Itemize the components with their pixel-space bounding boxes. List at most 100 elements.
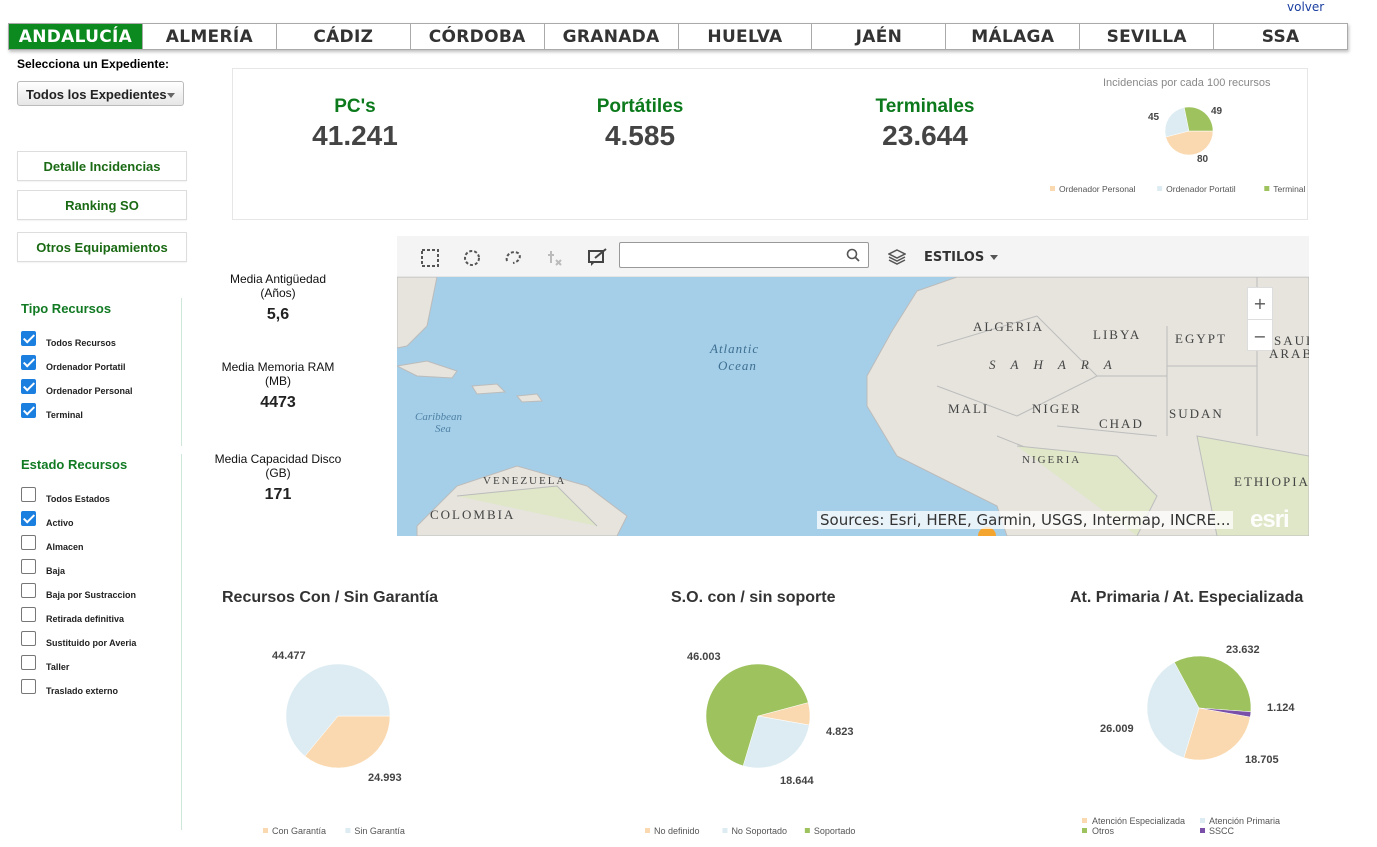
estado-checkbox-label: Activo xyxy=(46,518,74,528)
tipo-checkbox[interactable] xyxy=(21,403,36,418)
estado-checkbox[interactable] xyxy=(21,607,36,622)
tab-sevilla[interactable]: SEVILLA xyxy=(1080,24,1215,49)
soporte-legend-swatch xyxy=(645,828,650,833)
tipo-checkbox-row[interactable]: Todos Recursos xyxy=(21,324,181,348)
map-label: ARAB xyxy=(1269,346,1309,361)
tipo-checkbox[interactable] xyxy=(21,379,36,394)
garantia-pie-slice xyxy=(304,715,391,769)
map-label: MALI xyxy=(948,401,990,416)
garantia-pie-slice xyxy=(285,663,391,757)
tab-ssa[interactable]: SSA xyxy=(1214,24,1348,49)
estado-checkbox[interactable] xyxy=(21,511,36,526)
tab-jaen[interactable]: JAÉN xyxy=(812,24,947,49)
avg-disco: Media Capacidad Disco (GB) 171 xyxy=(212,452,344,504)
otros-equipamientos-button[interactable]: Otros Equipamientos xyxy=(17,232,187,262)
map-view[interactable]: ESTILOS + − ALGERIA LIBYA EGYPT SAUD ARA… xyxy=(397,236,1309,536)
select-lasso-icon[interactable] xyxy=(504,249,522,267)
map-label: ALGERIA xyxy=(973,319,1045,334)
tab-granada[interactable]: GRANADA xyxy=(544,24,679,49)
estado-checkbox[interactable] xyxy=(21,559,36,574)
estado-checkbox[interactable] xyxy=(21,655,36,670)
map-label: EGYPT xyxy=(1175,331,1227,346)
estado-checkbox[interactable] xyxy=(21,679,36,694)
map-attribution: Sources: Esri, HERE, Garmin, USGS, Inter… xyxy=(817,511,1234,529)
stat-terminales-value: 23.644 xyxy=(882,120,968,151)
expediente-select[interactable]: Todos los Expedientes xyxy=(17,81,184,106)
avg-ram-value: 4473 xyxy=(260,394,296,411)
tipo-checkbox-row[interactable]: Ordenador Portatil xyxy=(21,348,181,372)
map-label: SUDAN xyxy=(1169,406,1224,421)
edit-icon[interactable] xyxy=(587,247,609,267)
map-search-input[interactable] xyxy=(619,242,869,268)
stat-pcs-value: 41.241 xyxy=(312,120,398,151)
tipo-checkbox-row[interactable]: Ordenador Personal xyxy=(21,372,181,396)
map-label: VENEZUELA xyxy=(483,475,567,487)
garantia-legend-swatch xyxy=(345,828,351,833)
tab-huelva[interactable]: HUELVA xyxy=(678,24,813,49)
map-label: ETHIOPIA xyxy=(1234,474,1309,489)
zoom-in-button[interactable]: + xyxy=(1248,288,1272,320)
estado-checkbox-row[interactable]: Activo xyxy=(21,504,181,528)
ranking-so-button[interactable]: Ranking SO xyxy=(17,190,187,220)
caret-down-icon xyxy=(990,255,999,260)
estado-checkbox-row[interactable]: Baja por Sustraccion xyxy=(21,576,181,600)
estado-checkbox-label: Baja xyxy=(46,566,66,576)
estado-checkbox-row[interactable]: Retirada definitiva xyxy=(21,600,181,624)
estado-recursos-title: Estado Recursos xyxy=(21,457,128,472)
avg-antiguedad-label: Media Antigüedad xyxy=(229,272,327,286)
estado-checkbox-row[interactable]: Baja xyxy=(21,552,181,576)
soporte-legend-label: No Soportado xyxy=(731,826,787,836)
estado-checkbox-row[interactable]: Almacen xyxy=(21,528,181,552)
primaria-chart-title: At. Primaria / At. Especializada xyxy=(1070,589,1304,606)
garantia-chart-title: Recursos Con / Sin Garantía xyxy=(222,589,439,606)
tab-almeria[interactable]: ALMERÍA xyxy=(142,24,277,49)
select-rectangle-icon[interactable] xyxy=(421,249,439,267)
select-circle-icon[interactable] xyxy=(463,249,481,267)
expediente-value: Todos los Expedientes xyxy=(26,87,167,102)
estado-checkbox[interactable] xyxy=(21,487,36,502)
estado-checkbox-label: Retirada definitiva xyxy=(46,614,125,624)
map-toolbar: ESTILOS xyxy=(397,236,1309,277)
stat-portatiles: Portátiles 4.585 xyxy=(540,96,740,152)
tab-cadiz[interactable]: CÁDIZ xyxy=(276,24,411,49)
garantia-data-label: 24.993 xyxy=(368,772,402,784)
avg-disco-unit: (GB) xyxy=(265,466,291,480)
estado-checkbox-row[interactable]: Sustituido por Averia xyxy=(21,624,181,648)
primaria-legend-swatch xyxy=(1200,828,1205,833)
volver-link[interactable]: volver xyxy=(1287,0,1324,14)
tab-andalucia[interactable]: ANDALUCÍA xyxy=(9,24,143,49)
estado-checkbox[interactable] xyxy=(21,583,36,598)
map-label: Ocean xyxy=(718,358,757,373)
garantia-legend-label: Sin Garantía xyxy=(354,826,405,836)
primaria-legend-label: Atención Primaria xyxy=(1209,816,1280,826)
estado-recursos-panel: Estado Recursos Todos Estados Activo Almac… xyxy=(21,454,182,830)
primaria-pie-slice xyxy=(1146,661,1200,759)
clear-selection-icon[interactable] xyxy=(545,249,563,267)
map-label: S A H A R A xyxy=(989,357,1118,372)
avg-ram-label: Media Memoria RAM xyxy=(221,360,335,374)
tab-cordoba[interactable]: CÓRDOBA xyxy=(410,24,545,49)
estado-checkbox[interactable] xyxy=(21,631,36,646)
soporte-legend-swatch xyxy=(722,828,728,833)
stat-portatiles-value: 4.585 xyxy=(604,120,676,151)
estado-checkbox-row[interactable]: Traslado externo xyxy=(21,672,181,696)
tipo-checkbox[interactable] xyxy=(21,331,36,346)
primaria-legend-swatch xyxy=(1082,828,1087,833)
stat-terminales-label: Terminales xyxy=(875,96,975,117)
esri-logo: esri xyxy=(1250,506,1290,533)
estilos-dropdown[interactable]: ESTILOS xyxy=(924,250,999,265)
search-icon[interactable] xyxy=(846,248,860,262)
estado-checkbox-row[interactable]: Taller xyxy=(21,648,181,672)
tipo-checkbox[interactable] xyxy=(21,355,36,370)
primaria-legend-swatch xyxy=(1200,818,1205,823)
layers-icon[interactable] xyxy=(888,248,906,266)
tipo-recursos-panel: Tipo Recursos Todos Recursos Ordenador Po… xyxy=(21,298,182,446)
estado-checkbox[interactable] xyxy=(21,535,36,550)
tab-malaga[interactable]: MÁLAGA xyxy=(946,24,1081,49)
detalle-incidencias-button[interactable]: Detalle Incidencias xyxy=(17,151,187,181)
estado-checkbox-row[interactable]: Todos Estados xyxy=(21,480,181,504)
tipo-checkbox-row[interactable]: Terminal xyxy=(21,396,181,420)
soporte-chart-title: S.O. con / sin soporte xyxy=(671,589,836,606)
map-basemap xyxy=(397,276,1309,536)
soporte-pie-slice xyxy=(757,702,811,726)
